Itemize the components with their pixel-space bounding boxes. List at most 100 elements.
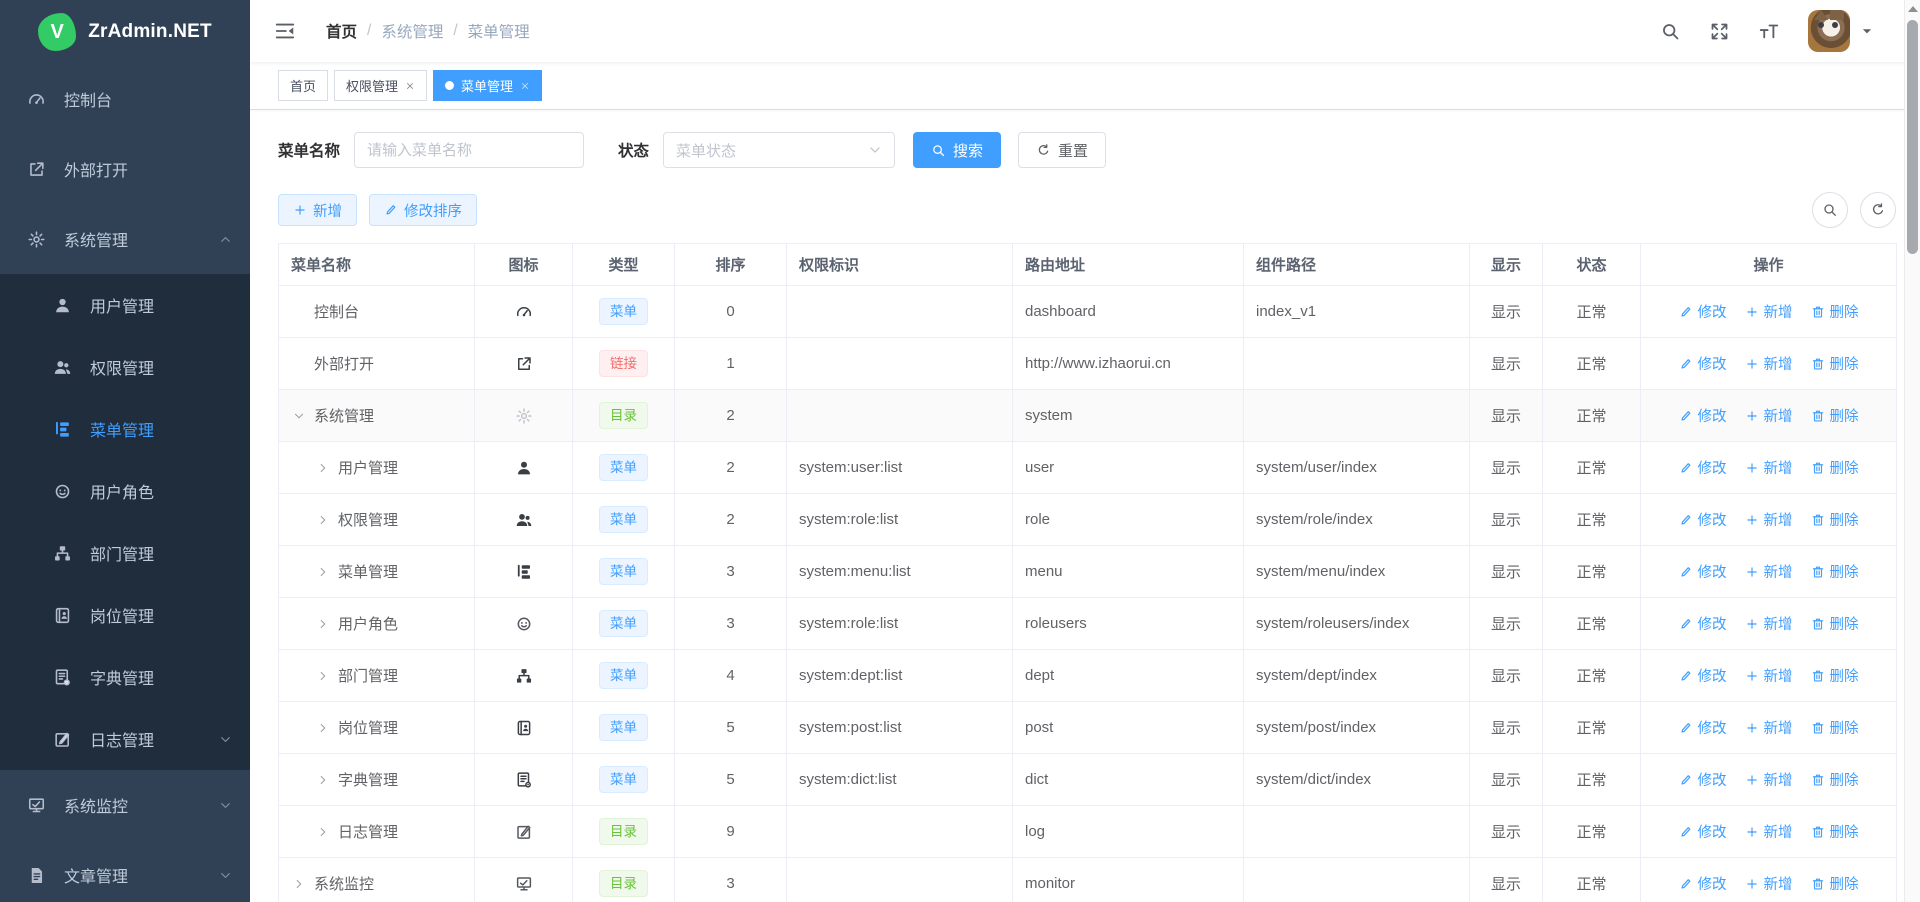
tab-菜单管理[interactable]: 菜单管理: [433, 70, 542, 101]
sidebar-item-menu[interactable]: 菜单管理: [0, 398, 250, 460]
close-tab-icon[interactable]: [520, 81, 530, 91]
breadcrumb-item-0[interactable]: 首页: [326, 20, 357, 42]
delete-link[interactable]: 删除: [1811, 821, 1859, 842]
add-child-link[interactable]: 新增: [1745, 353, 1793, 374]
sidebar-item-dashboard[interactable]: 控制台: [0, 64, 250, 134]
add-child-link[interactable]: 新增: [1745, 769, 1793, 790]
add-button[interactable]: 新增: [278, 194, 357, 226]
plus-icon: [1745, 565, 1759, 579]
cell-status: 正常: [1576, 353, 1606, 374]
delete-link[interactable]: 删除: [1811, 561, 1859, 582]
cell-component: system/menu/index: [1256, 563, 1385, 580]
sidebar-item-dept[interactable]: 部门管理: [0, 522, 250, 584]
edit-link[interactable]: 修改: [1679, 353, 1727, 374]
trash-icon: [1811, 305, 1825, 319]
close-tab-icon[interactable]: [405, 81, 415, 91]
pencil-icon: [1679, 565, 1693, 579]
add-child-link[interactable]: 新增: [1745, 405, 1793, 426]
trash-icon: [1811, 617, 1825, 631]
add-child-link[interactable]: 新增: [1745, 665, 1793, 686]
edit-link[interactable]: 修改: [1679, 561, 1727, 582]
user-menu[interactable]: [1808, 10, 1874, 52]
refresh-table-button[interactable]: [1860, 192, 1896, 228]
edit-link[interactable]: 修改: [1679, 613, 1727, 634]
delete-link[interactable]: 删除: [1811, 457, 1859, 478]
add-child-link[interactable]: 新增: [1745, 509, 1793, 530]
expand-closed-icon[interactable]: [317, 774, 329, 786]
font-size-icon[interactable]: [1758, 20, 1780, 42]
table-row-menu: 菜单管理菜单3system:menu:listmenusystem/menu/i…: [279, 546, 1897, 598]
fullscreen-icon[interactable]: [1709, 21, 1730, 42]
delete-link[interactable]: 删除: [1811, 613, 1859, 634]
delete-link[interactable]: 删除: [1811, 509, 1859, 530]
search-icon[interactable]: [1660, 21, 1681, 42]
sidebar-item-roleusers[interactable]: 用户角色: [0, 460, 250, 522]
add-child-link[interactable]: 新增: [1745, 717, 1793, 738]
cell-visible: 显示: [1491, 769, 1521, 790]
expand-closed-icon[interactable]: [317, 514, 329, 526]
delete-link[interactable]: 删除: [1811, 301, 1859, 322]
expand-closed-icon[interactable]: [317, 566, 329, 578]
delete-link[interactable]: 删除: [1811, 405, 1859, 426]
add-child-link[interactable]: 新增: [1745, 301, 1793, 322]
sidebar-item-monitor[interactable]: 系统监控: [0, 770, 250, 840]
sidebar-item-user[interactable]: 用户管理: [0, 274, 250, 336]
status-select[interactable]: 菜单状态: [663, 132, 895, 168]
toggle-search-button[interactable]: [1812, 192, 1848, 228]
type-tag: 菜单: [599, 610, 648, 638]
edit-sort-button[interactable]: 修改排序: [369, 194, 477, 226]
add-child-link[interactable]: 新增: [1745, 821, 1793, 842]
sidebar-item-role[interactable]: 权限管理: [0, 336, 250, 398]
cell-perm: system:menu:list: [799, 563, 911, 580]
add-child-link[interactable]: 新增: [1745, 457, 1793, 478]
reset-button[interactable]: 重置: [1018, 132, 1106, 168]
expand-open-icon[interactable]: [293, 410, 305, 422]
type-tag: 菜单: [599, 298, 648, 326]
sidebar-item-log[interactable]: 日志管理: [0, 708, 250, 770]
edit-link[interactable]: 修改: [1679, 769, 1727, 790]
edit-link[interactable]: 修改: [1679, 457, 1727, 478]
expand-closed-icon[interactable]: [317, 722, 329, 734]
add-child-link[interactable]: 新增: [1745, 613, 1793, 634]
edit-link[interactable]: 修改: [1679, 509, 1727, 530]
edit-link[interactable]: 修改: [1679, 873, 1727, 894]
expand-closed-icon[interactable]: [317, 618, 329, 630]
delete-link[interactable]: 删除: [1811, 873, 1859, 894]
chevron-down-icon: [219, 869, 232, 882]
sidebar-item-article[interactable]: 文章管理: [0, 840, 250, 902]
expand-closed-icon[interactable]: [317, 826, 329, 838]
type-tag: 目录: [599, 402, 648, 430]
sidebar-item-external[interactable]: 外部打开: [0, 134, 250, 204]
cell-route: dashboard: [1025, 303, 1096, 320]
cell-order: 1: [726, 355, 734, 372]
logo-icon: V: [38, 13, 76, 51]
sidebar-item-system[interactable]: 系统管理: [0, 204, 250, 274]
edit-link[interactable]: 修改: [1679, 405, 1727, 426]
sidebar-item-post[interactable]: 岗位管理: [0, 584, 250, 646]
edit-link[interactable]: 修改: [1679, 717, 1727, 738]
scrollbar-thumb[interactable]: [1907, 20, 1918, 254]
menu-name-input[interactable]: [354, 132, 584, 168]
tab-权限管理[interactable]: 权限管理: [334, 70, 427, 101]
edit-link[interactable]: 修改: [1679, 301, 1727, 322]
delete-link[interactable]: 删除: [1811, 717, 1859, 738]
add-child-link[interactable]: 新增: [1745, 873, 1793, 894]
delete-link[interactable]: 删除: [1811, 353, 1859, 374]
delete-link[interactable]: 删除: [1811, 665, 1859, 686]
expand-closed-icon[interactable]: [317, 462, 329, 474]
sidebar-item-dict[interactable]: 字典管理: [0, 646, 250, 708]
edit-link[interactable]: 修改: [1679, 665, 1727, 686]
add-child-link[interactable]: 新增: [1745, 561, 1793, 582]
tab-首页[interactable]: 首页: [278, 70, 328, 101]
search-button[interactable]: 搜索: [913, 132, 1001, 168]
cell-route: dict: [1025, 771, 1048, 788]
expand-closed-icon[interactable]: [293, 878, 305, 890]
hamburger-icon[interactable]: [274, 20, 296, 42]
delete-link[interactable]: 删除: [1811, 769, 1859, 790]
chevron-up-icon: [219, 233, 232, 246]
scrollbar-up-arrow[interactable]: [1905, 0, 1920, 17]
edit-link[interactable]: 修改: [1679, 821, 1727, 842]
expand-closed-icon[interactable]: [317, 670, 329, 682]
navbar-actions: [1660, 10, 1874, 52]
logo-link[interactable]: V ZrAdmin.NET: [0, 0, 250, 64]
